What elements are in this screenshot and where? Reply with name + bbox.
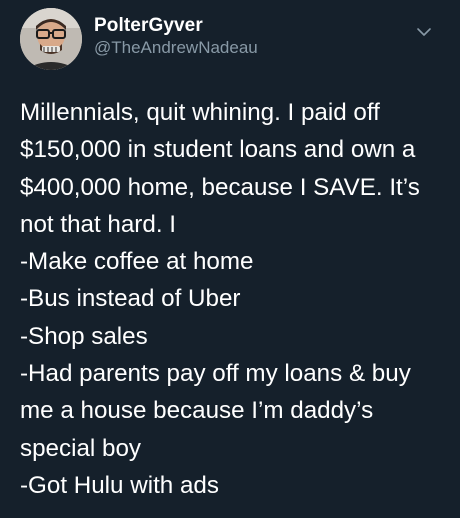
tweet-text-line: not that hard. I [20,210,176,238]
chevron-down-icon[interactable] [414,22,434,42]
author-handle[interactable]: @TheAndrewNadeau [94,37,258,59]
tweet-text-line: $150,000 in student loans and own a [20,136,416,164]
tweet-text-line: Millennials, quit whining. I paid off [20,99,380,126]
tweet-text-line: $400,000 home, because I SAVE. It’s [20,173,420,201]
avatar-photo-icon [20,8,82,70]
tweet-text-line: -Had parents pay off my loans & buy [20,360,411,388]
author-names: PolterGyver @TheAndrewNadeau [94,15,258,59]
author-display-name[interactable]: PolterGyver [94,15,258,37]
tweet-text-line: -Shop sales [20,322,148,350]
tweet-card: PolterGyver @TheAndrewNadeau Millennials… [0,0,460,518]
tweet-text-line: special boy [20,434,142,462]
tweet-text: Millennials, quit whining. I paid off $1… [20,94,450,504]
author-avatar[interactable] [20,8,82,70]
tweet-text-line: me a house because I’m daddy’s [20,397,374,425]
tweet-text-line: -Got Hulu with ads [20,471,219,499]
tweet-header: PolterGyver @TheAndrewNadeau [20,8,440,72]
tweet-text-line: -Bus instead of Uber [20,285,241,313]
tweet-text-line: -Make coffee at home [20,248,254,276]
